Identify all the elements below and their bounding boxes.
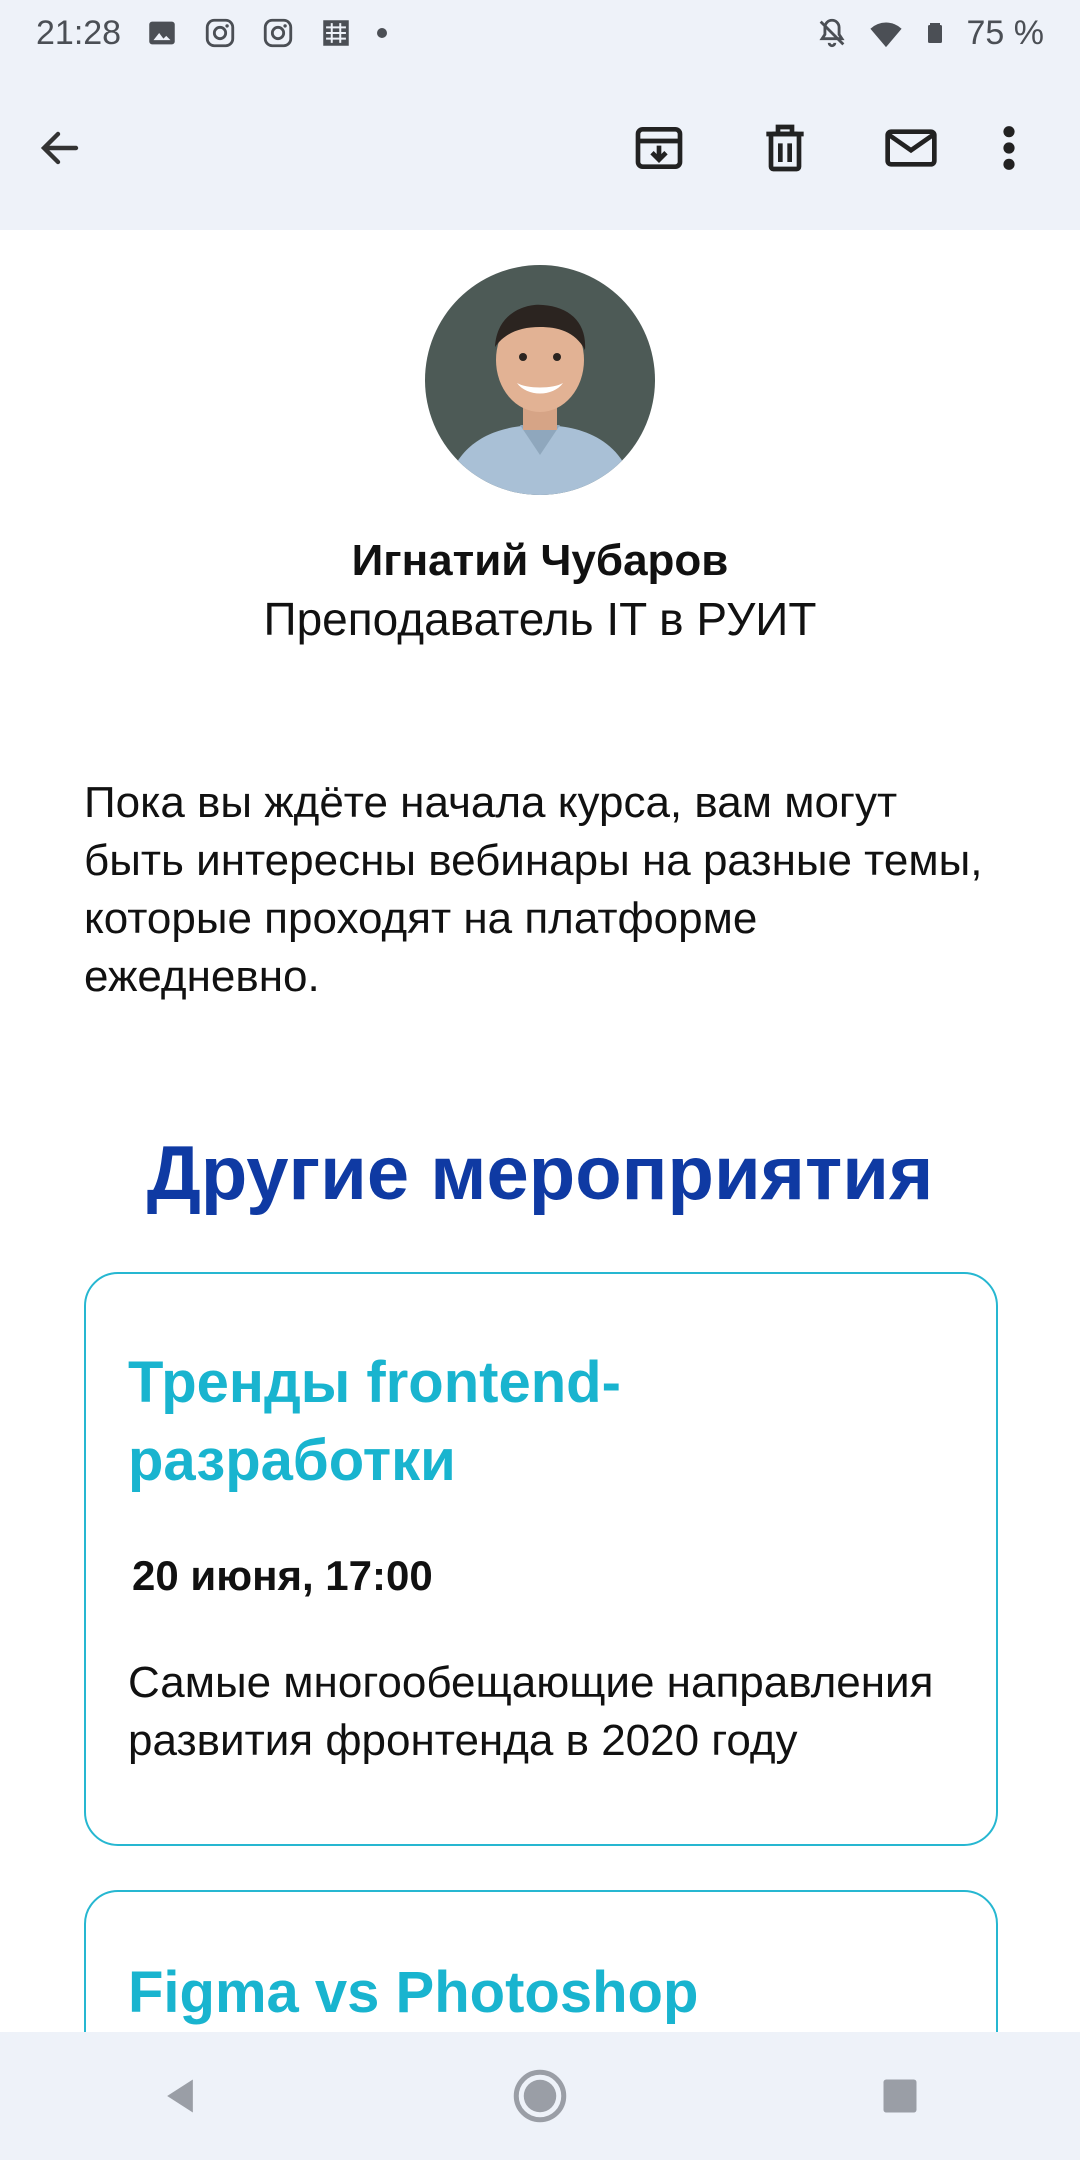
system-nav-bar	[0, 2032, 1080, 2160]
arrow-left-icon	[40, 131, 79, 165]
image-icon	[149, 21, 175, 45]
event-card[interactable]: Тренды frontend-разработки 20 июня, 17:0…	[84, 1272, 998, 1846]
sender-avatar	[425, 265, 655, 495]
notification-dot-icon	[377, 28, 388, 38]
event-title[interactable]: Тренды frontend-разработки	[128, 1344, 948, 1500]
recents-square-icon	[883, 2079, 917, 2113]
email-body: Игнатий Чубаров Преподаватель IT в РУИТ …	[0, 230, 1080, 2032]
status-left: 21:28	[36, 13, 388, 53]
sender-role: Преподаватель IT в РУИТ	[263, 593, 817, 645]
event-card[interactable]: Figma vs Photoshop	[84, 1890, 998, 2032]
email-toolbar	[0, 66, 1080, 230]
sender-name: Игнатий Чубаров	[351, 536, 729, 585]
toolbar-actions	[596, 98, 1044, 198]
back-button[interactable]	[36, 98, 106, 198]
app-icon	[323, 20, 349, 46]
instagram-icon	[263, 18, 293, 48]
event-description: Самые многообещающие направления развити…	[128, 1658, 934, 1765]
wifi-icon	[869, 22, 902, 48]
more-vert-icon	[1003, 126, 1015, 170]
instagram-icon	[205, 18, 235, 48]
more-options-button[interactable]	[974, 98, 1044, 198]
archive-icon	[635, 127, 683, 169]
mark-unread-button[interactable]	[848, 98, 974, 198]
delete-button[interactable]	[722, 98, 848, 198]
nav-back-button[interactable]	[120, 2046, 240, 2146]
bell-off-icon	[818, 18, 845, 48]
battery-level: 75 %	[966, 13, 1045, 52]
section-title: Другие мероприятия	[146, 1131, 934, 1216]
battery-icon	[927, 23, 942, 43]
nav-recents-button[interactable]	[840, 2046, 960, 2146]
back-triangle-icon	[167, 2079, 193, 2113]
mail-icon	[885, 129, 937, 167]
home-circle-icon	[513, 2069, 567, 2123]
status-time: 21:28	[36, 13, 122, 52]
delete-icon	[766, 124, 804, 172]
intro-text: Пока вы ждёте начала курса, вам могут бы…	[84, 778, 983, 1001]
avatar-photo	[425, 265, 655, 495]
event-title[interactable]: Figma vs Photoshop	[128, 1954, 948, 2032]
status-bar: 21:28 75 %	[0, 0, 1080, 66]
archive-button[interactable]	[596, 98, 722, 198]
status-right: 75 %	[815, 13, 1045, 53]
nav-home-button[interactable]	[480, 2046, 600, 2146]
event-date: 20 июня, 17:00	[132, 1552, 433, 1599]
